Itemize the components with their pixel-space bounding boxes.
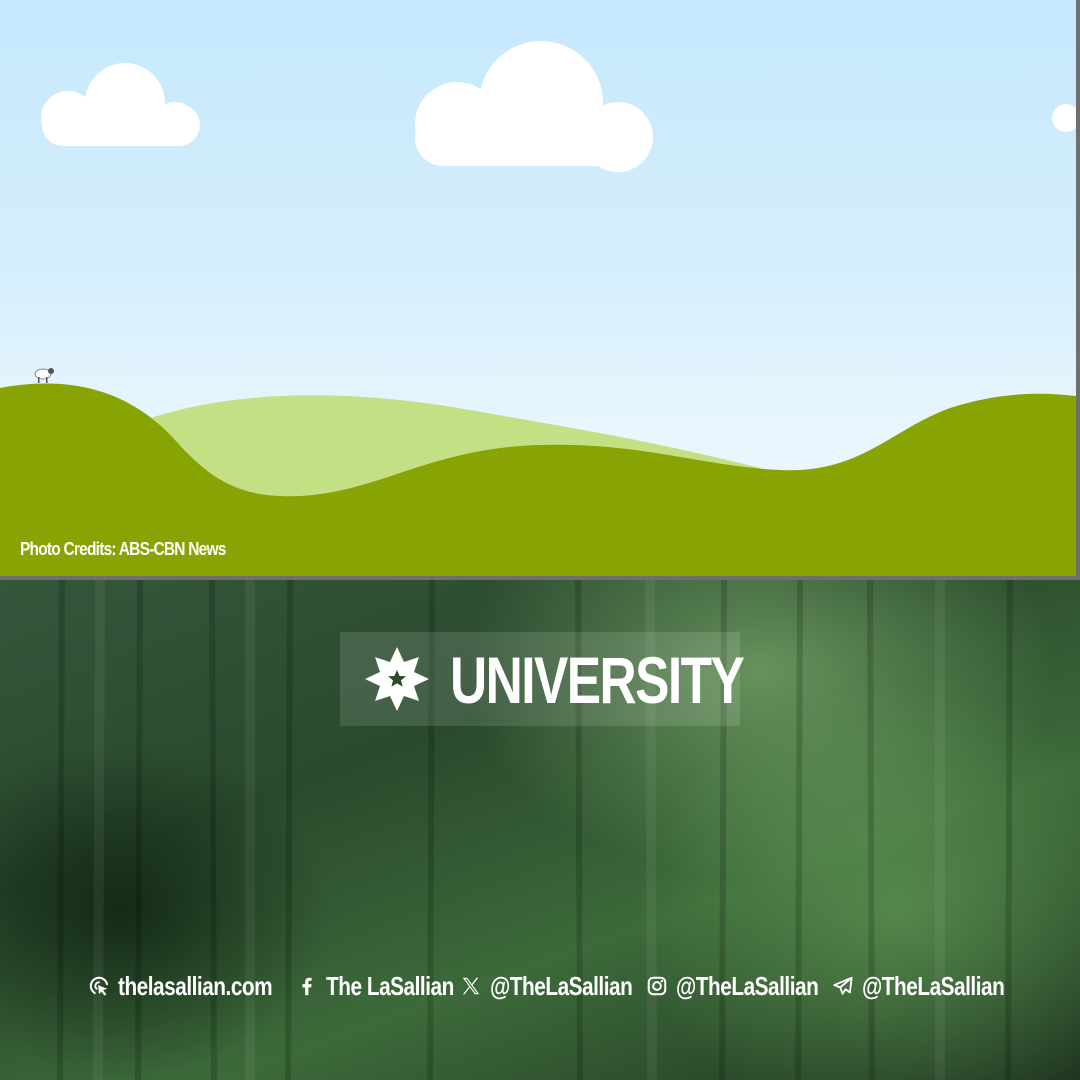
social-label: The LaSallian: [326, 970, 454, 1001]
cloud-center: [415, 41, 653, 172]
social-links: thelasallian.com The LaSallian @TheLaSal…: [0, 970, 1080, 1002]
social-label: @TheLaSallian: [490, 970, 633, 1001]
facebook-link[interactable]: The LaSallian: [296, 970, 486, 1002]
social-label: @TheLaSallian: [862, 970, 1005, 1001]
sheep: [34, 368, 54, 383]
telegram-icon: [833, 976, 853, 995]
social-label: thelasallian.com: [118, 970, 273, 1001]
x-icon: [462, 977, 480, 995]
photo-credit: Photo Credits: ABS-CBN News: [20, 539, 226, 559]
telegram-link[interactable]: @TheLaSallian: [832, 970, 1040, 1002]
instagram-link[interactable]: @TheLaSallian: [646, 970, 854, 1002]
brand-panel: UNIVERSITY thelasallian.com The LaSallia…: [0, 580, 1080, 1080]
website-link[interactable]: thelasallian.com: [88, 970, 311, 1002]
web-cursor-icon: [89, 976, 109, 996]
cover-photo: Photo Credits: ABS-CBN News: [0, 0, 1076, 576]
cloud-left: [41, 63, 200, 146]
social-label: @TheLaSallian: [676, 970, 819, 1001]
x-link[interactable]: @TheLaSallian: [460, 970, 668, 1002]
star-burst-icon: [365, 647, 429, 711]
photo-frame-edge: [1076, 0, 1080, 580]
cloud-right-partial: [1052, 104, 1076, 132]
instagram-icon: [647, 976, 667, 996]
category-label: UNIVERSITY: [450, 643, 745, 717]
landscape-illustration: [0, 41, 1076, 576]
category-tag: UNIVERSITY: [340, 632, 745, 726]
facebook-icon: [302, 977, 312, 996]
